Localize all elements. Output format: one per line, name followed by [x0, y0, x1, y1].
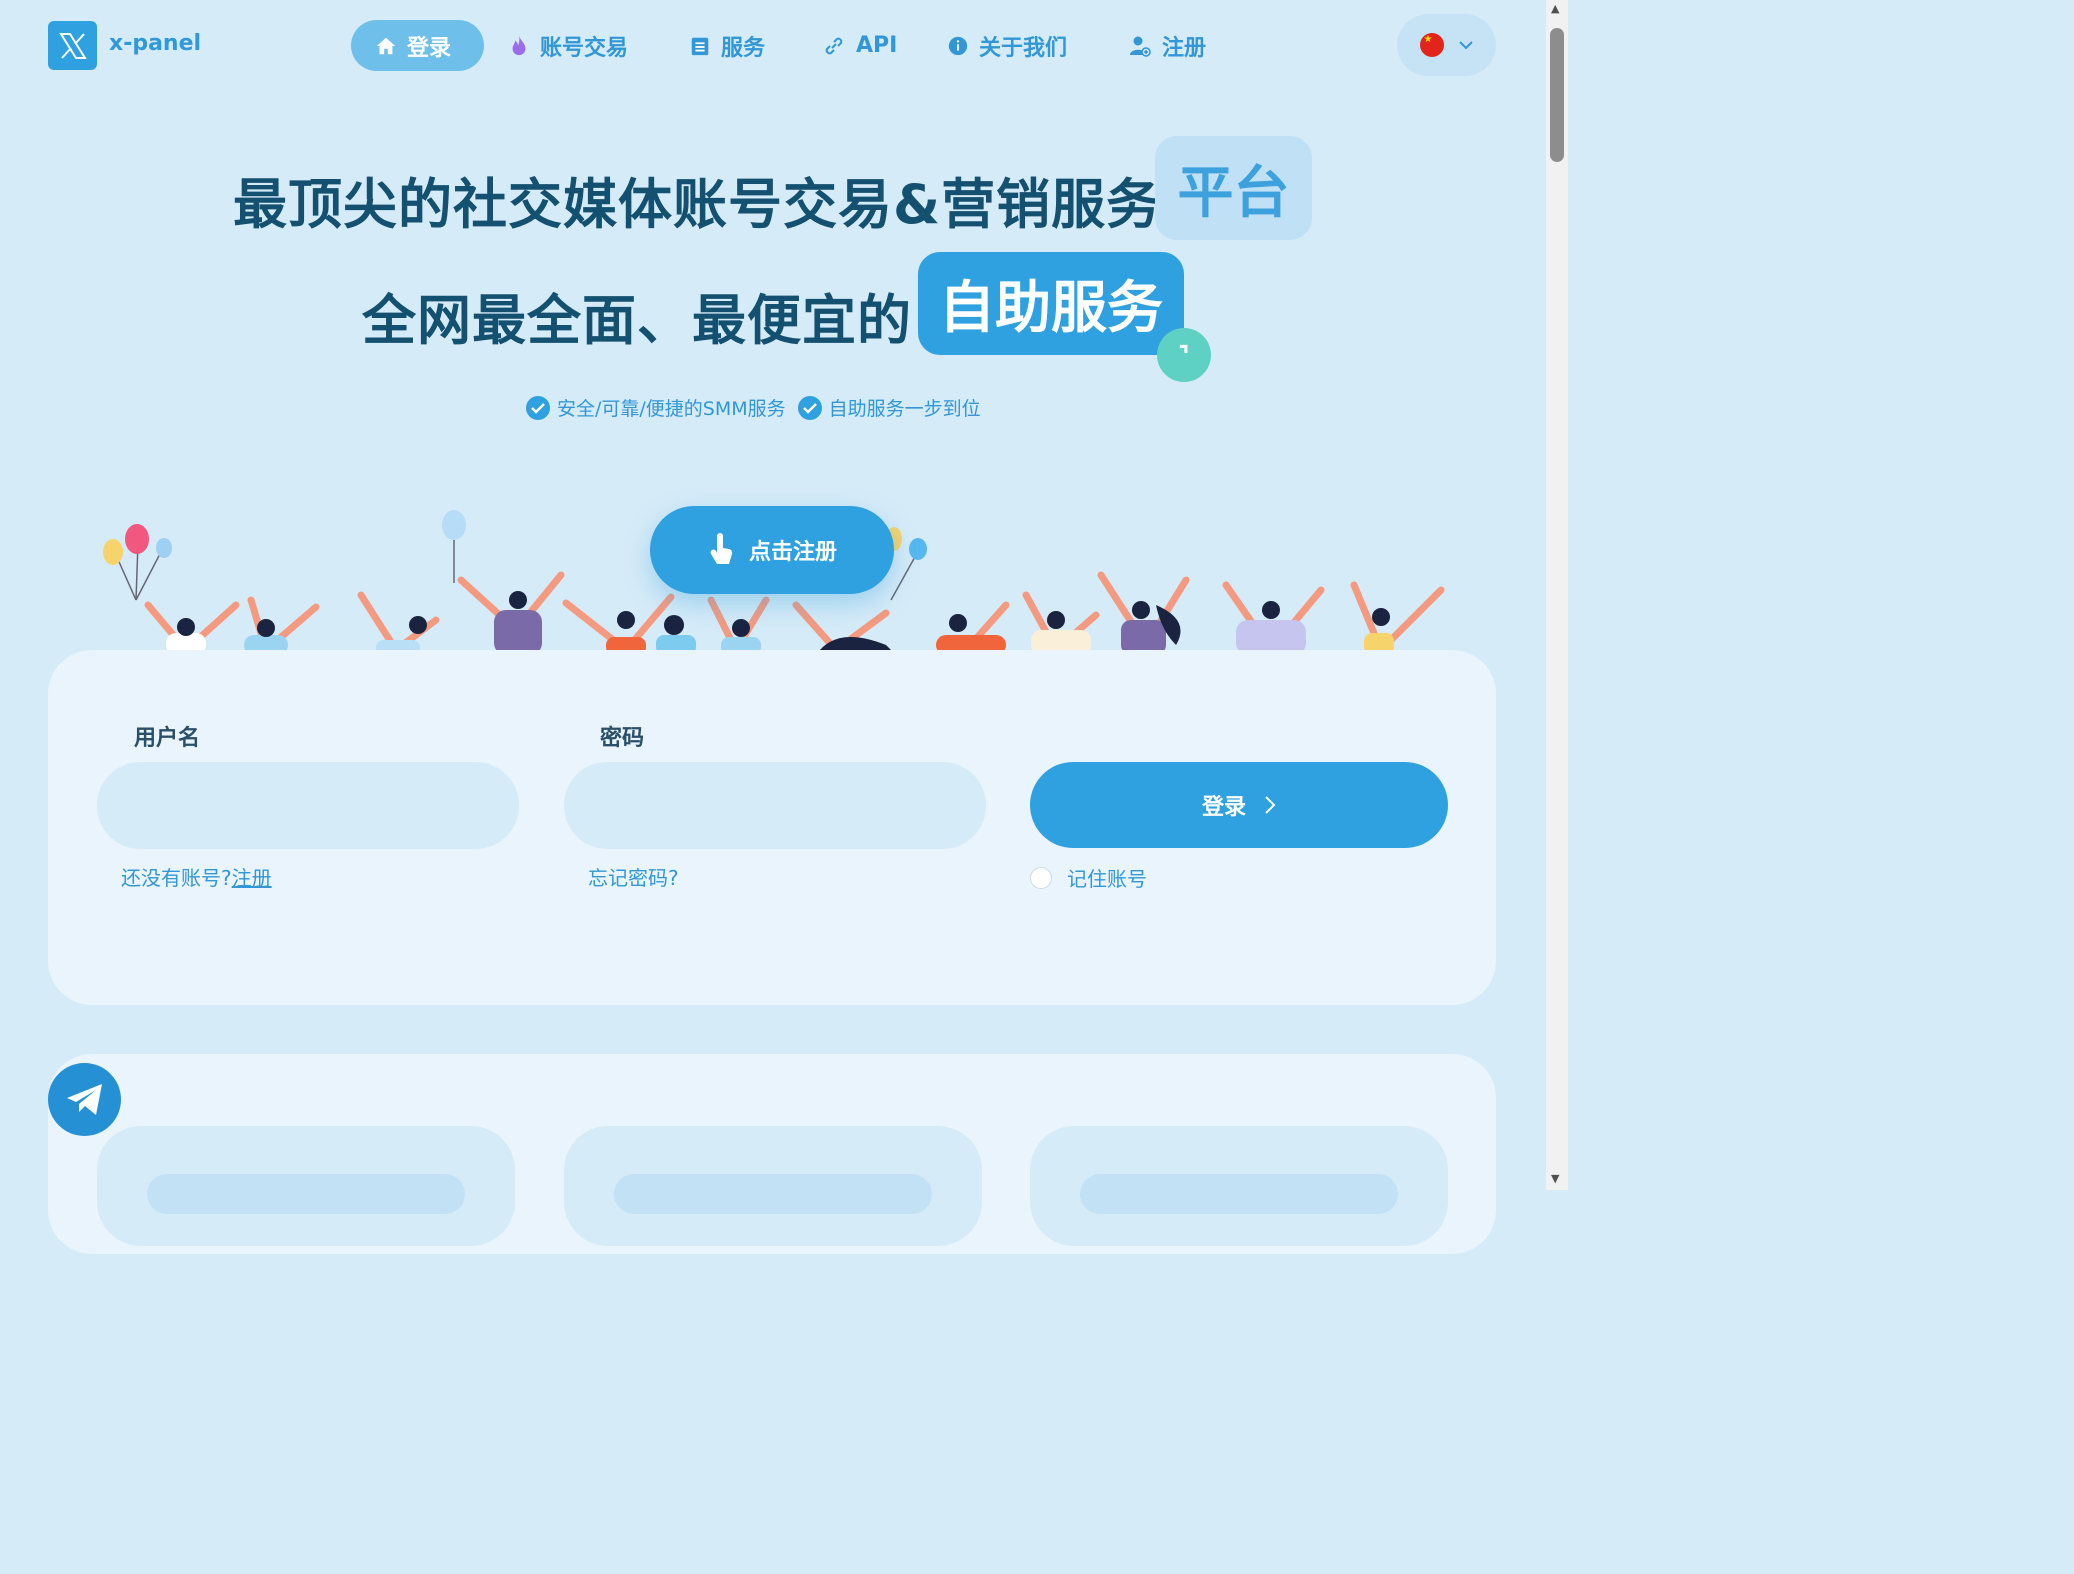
telegram-button[interactable]	[48, 1063, 121, 1136]
no-account-text: 还没有账号?	[121, 866, 232, 890]
list-icon	[691, 37, 709, 55]
feature-list: 安全/可靠/便捷的SMM服务 自助服务一步到位	[526, 394, 981, 421]
x-panel-logo[interactable]	[48, 21, 97, 70]
nav-login-label: 登录	[407, 35, 452, 61]
home-icon	[376, 37, 396, 54]
feature-item: 自助服务一步到位	[797, 394, 981, 421]
hero-title-line1: 最顶尖的社交媒体账号交易&营销服务	[233, 173, 1162, 236]
remember-account-label[interactable]: 记住账号	[1067, 863, 1147, 892]
hand-pointer-icon	[710, 533, 733, 564]
nav-register-label: 注册	[1162, 35, 1207, 61]
link-icon	[825, 37, 843, 54]
scrollbar-thumb[interactable]	[1550, 28, 1564, 162]
service-card-header	[1080, 1174, 1398, 1214]
forgot-password-link[interactable]: 忘记密码?	[588, 862, 679, 891]
info-icon	[948, 36, 968, 55]
hero-tag-self-service: 自助服务	[918, 252, 1184, 355]
nav-register[interactable]: 注册	[1104, 20, 1230, 71]
password-input[interactable]	[564, 762, 986, 849]
check-circle-icon	[797, 395, 822, 420]
nav-services-label: 服务	[721, 35, 766, 61]
hero-title-line2: 全网最全面、最便宜的	[362, 289, 912, 352]
nav-account-trade-label: 账号交易	[540, 35, 629, 61]
telegram-icon	[66, 1083, 102, 1115]
nav-services[interactable]: 服务	[665, 20, 789, 71]
username-label: 用户名	[134, 726, 201, 751]
register-link[interactable]: 注册	[232, 866, 272, 890]
feature-text: 安全/可靠/便捷的SMM服务	[557, 398, 786, 420]
hero-tag-platform: 平台	[1155, 136, 1312, 240]
user-add-icon	[1130, 36, 1151, 57]
service-card-header	[614, 1174, 932, 1214]
scrollbar-track[interactable]	[1546, 0, 1568, 1190]
x-logo-icon	[58, 32, 87, 59]
chevron-right-icon	[1265, 796, 1276, 814]
chevron-down-icon	[1458, 41, 1473, 50]
fire-icon	[512, 35, 526, 55]
scroll-down-arrow-icon[interactable]: ▼	[1551, 1172, 1559, 1185]
nav-api-label: API	[856, 33, 898, 58]
username-input[interactable]	[97, 762, 519, 849]
brand-name[interactable]: x-panel	[109, 31, 201, 56]
login-submit-label: 登录	[1201, 795, 1246, 820]
nav-login[interactable]: 登录	[351, 20, 484, 71]
remember-account-radio[interactable]	[1030, 867, 1052, 889]
register-cta-label: 点击注册	[748, 540, 837, 565]
nav-about-label: 关于我们	[979, 35, 1068, 61]
china-flag-icon	[1419, 33, 1444, 57]
nav-api[interactable]: API	[798, 20, 921, 71]
service-card-header	[147, 1174, 465, 1214]
nav-about[interactable]: 关于我们	[923, 20, 1091, 71]
password-label: 密码	[600, 726, 645, 751]
feature-text: 自助服务一步到位	[828, 398, 981, 420]
login-submit-button[interactable]: 登录	[1030, 762, 1448, 848]
no-account-prompt: 还没有账号?注册	[121, 862, 272, 891]
register-cta-button[interactable]: 点击注册	[650, 506, 894, 594]
scroll-up-arrow-icon[interactable]: ▲	[1551, 2, 1559, 15]
nav-account-trade[interactable]: 账号交易	[484, 20, 652, 71]
corner-arrow-icon: ⌝	[1157, 328, 1211, 382]
language-selector[interactable]	[1397, 14, 1496, 76]
check-circle-icon	[526, 395, 550, 420]
feature-item: 安全/可靠/便捷的SMM服务	[526, 394, 786, 421]
